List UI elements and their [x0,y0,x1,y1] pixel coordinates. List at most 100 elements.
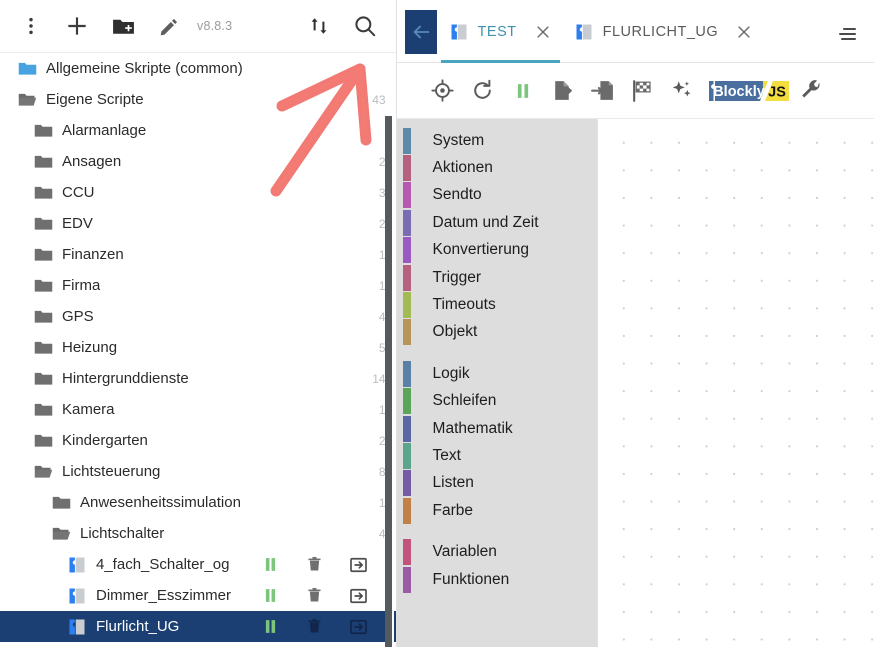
tree-item-count: 1 [378,247,386,262]
editor-panel: TEST FLURLICHT_UG Blockly JS System Akti… [396,0,874,647]
sidebar-scrollbar-thumb[interactable] [384,116,392,647]
tree-item-count: 4 [378,526,386,541]
tree-item-count: 43 [372,92,386,107]
folder-plus-icon[interactable] [100,3,146,49]
folder-icon [30,273,56,299]
blockly-js-toggle[interactable]: Blockly JS [705,73,791,109]
arrow-left-icon[interactable] [404,10,437,54]
tree-item-label: 4_fach_Schalter_og [96,556,230,573]
sidebar-scrollbar-track[interactable] [384,56,394,647]
tree-item-label: Hintergrunddienste [62,370,189,387]
toolbox-category[interactable]: Timeouts [397,291,597,319]
tree-folder-row[interactable]: Kamera 1 [0,394,396,425]
category-color-swatch [402,566,411,593]
align-right-icon[interactable] [818,6,874,62]
tree-folder-row[interactable]: Finanzen 1 [0,239,396,270]
tree-folder-row[interactable]: Lichtsteuerung 8 [0,456,396,487]
tree-item-count: 1 [378,402,386,417]
trash-icon[interactable] [304,585,326,607]
script-row-actions [260,585,386,607]
blockly-script-icon [64,552,90,578]
tree-folder-row[interactable]: CCU 3 [0,177,396,208]
pause-icon[interactable] [505,73,541,109]
category-label: Listen [432,474,474,492]
refresh-icon[interactable] [465,73,501,109]
sparkles-icon[interactable] [665,73,701,109]
tree-item-label: Kindergarten [62,432,148,449]
blockly-script-icon [64,583,90,609]
tree-folder-row[interactable]: GPS 4 [0,301,396,332]
tree-folder-row[interactable]: Ansagen 2 [0,146,396,177]
trash-icon[interactable] [304,554,326,576]
toolbox-category[interactable]: Datum und Zeit [397,209,597,236]
pause-icon[interactable] [260,616,282,638]
category-color-swatch [402,415,411,442]
tree-folder-row[interactable]: Firma 1 [0,270,396,301]
toolbox-category[interactable]: Aktionen [397,154,597,182]
pencil-icon[interactable] [146,3,192,49]
close-icon[interactable] [532,21,554,43]
checkered-flag-icon[interactable] [625,73,661,109]
tree-item-count: 3 [378,185,386,200]
more-vertical-icon[interactable] [8,3,54,49]
version-label: v8.8.3 [197,19,233,33]
close-icon[interactable] [733,21,755,43]
folder-icon [30,149,56,175]
export-arrow-icon[interactable] [348,585,370,607]
tree-folder-row[interactable]: Anwesenheitssimulation 1 [0,487,396,518]
wrench-icon[interactable] [793,73,829,109]
blockly-script-icon [574,22,594,42]
folder-icon [30,366,56,392]
tree-folder-row[interactable]: Alarmanlage [0,115,396,146]
toolbox-group-separator [397,524,597,538]
tree-folder-row[interactable]: Kindergarten 2 [0,425,396,456]
toolbox-category[interactable]: Sendto [397,182,597,209]
toolbox-category[interactable]: Variablen [397,538,597,566]
tree-item-label: Lichtschalter [80,525,165,542]
trash-icon[interactable] [304,616,326,638]
toolbox-category[interactable]: Listen [397,470,597,497]
toolbox-category[interactable]: Objekt [397,319,597,346]
sort-arrows-icon[interactable] [296,3,342,49]
toolbox-category[interactable]: Farbe [397,497,597,524]
toolbox-category[interactable]: Mathematik [397,415,597,442]
export-arrow-icon[interactable] [348,554,370,576]
pause-icon[interactable] [260,554,282,576]
tree-folder-row[interactable]: Heizung 5 [0,332,396,363]
toolbox-category[interactable]: Trigger [397,264,597,291]
category-label: System [432,131,485,149]
blockly-toolbox[interactable]: System Aktionen Sendto Datum und Zeit Konver… [396,119,597,647]
search-icon[interactable] [342,3,388,49]
tree-folder-row[interactable]: Allgemeine Skripte (common) [0,53,396,84]
plus-icon[interactable] [54,3,100,49]
blockly-workspace[interactable] [596,119,874,647]
locate-icon[interactable] [425,73,461,109]
sidebar-toolbar: v8.8.3 [0,0,396,53]
tree-script-row[interactable]: Dimmer_Esszimmer [0,580,396,611]
editor-tab[interactable]: TEST [437,10,562,63]
tree-folder-row[interactable]: Hintergrunddienste 14 [0,363,396,394]
tree-item-count: 2 [378,154,386,169]
export-arrow-icon[interactable] [348,616,370,638]
tree-script-row[interactable]: 4_fach_Schalter_og [0,549,396,580]
tree-folder-row[interactable]: Lichtschalter 4 [0,518,396,549]
toolbox-category[interactable]: Text [397,442,597,469]
export-file-icon[interactable] [545,73,581,109]
tree-item-label: CCU [62,184,95,201]
import-file-icon[interactable] [585,73,621,109]
toolbox-category[interactable]: Konvertierung [397,237,597,264]
tree-item-count: 8 [378,464,386,479]
category-label: Aktionen [432,159,493,177]
tree-folder-row[interactable]: Eigene Scripte 43 [0,84,396,115]
js-badge-label: JS [768,84,786,100]
category-label: Mathematik [432,419,513,437]
script-tree[interactable]: Allgemeine Skripte (common) Eigene Script… [0,53,396,647]
toolbox-category[interactable]: Schleifen [397,388,597,415]
toolbox-category[interactable]: Funktionen [397,566,597,593]
pause-icon[interactable] [260,585,282,607]
tree-folder-row[interactable]: EDV 2 [0,208,396,239]
editor-tab[interactable]: FLURLICHT_UG [562,10,764,54]
tree-script-row[interactable]: Flurlicht_UG [0,611,396,642]
toolbox-category[interactable]: System [397,127,597,154]
toolbox-category[interactable]: Logik [397,360,597,387]
